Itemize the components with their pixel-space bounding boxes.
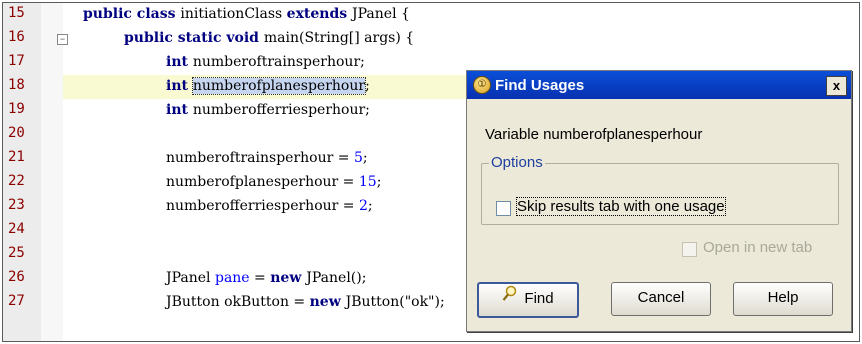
code-text[interactable]: public class initiationClass extends JPa…	[83, 6, 410, 22]
close-button[interactable]: x	[826, 76, 847, 96]
code-text[interactable]: JButton okButton = new JButton("ok");	[166, 294, 445, 310]
help-label: Help	[767, 289, 799, 306]
code-token: ;	[365, 78, 370, 94]
code-token: initiationClass	[180, 6, 287, 22]
code-token: JPanel();	[306, 270, 367, 286]
code-token: ;	[367, 198, 373, 214]
variable-label: Variable numberofplanesperhour	[485, 126, 703, 143]
magnifier-icon	[502, 284, 518, 314]
line-number: 19	[8, 101, 25, 117]
options-group	[481, 163, 839, 225]
line-number: 20	[8, 125, 25, 141]
help-button[interactable]: Help	[733, 282, 833, 316]
code-token: numberoftrainsperhour;	[192, 54, 365, 70]
code-text[interactable]: numberofplanesperhour = 15;	[166, 174, 381, 190]
editor-frame: − 15 public class initiationClass extends…	[2, 2, 860, 342]
line-number: 21	[8, 149, 25, 165]
find-usages-dialog: ① Find Usages x Variable numberofplanesp…	[466, 70, 852, 332]
code-text[interactable]: numberofferriesperhour = 2;	[166, 198, 373, 214]
options-label: Options	[489, 154, 545, 171]
open-new-tab-label[interactable]: Open in new tab	[703, 239, 812, 256]
code-token: =	[249, 270, 271, 286]
line-number: 24	[8, 221, 25, 237]
cancel-label: Cancel	[637, 289, 685, 306]
keyword-token: new	[309, 294, 346, 310]
line-number: 27	[8, 293, 25, 309]
code-token: numberofferriesperhour =	[166, 198, 359, 214]
skip-results-checkbox[interactable]	[496, 201, 511, 216]
code-line[interactable]: 15 public class initiationClass extends J…	[3, 3, 859, 27]
code-token: JButton("ok");	[345, 294, 445, 310]
code-token: pane	[214, 270, 250, 286]
dialog-title: Find Usages	[495, 77, 585, 94]
line-number: 16	[8, 29, 25, 45]
find-label: Find	[524, 290, 554, 307]
close-icon: x	[832, 78, 841, 93]
keyword-token: int	[166, 54, 193, 70]
keyword-token: public class	[83, 6, 181, 22]
code-text[interactable]: JPanel pane = new JPanel();	[166, 270, 366, 286]
line-number: 15	[8, 5, 25, 21]
skip-results-label[interactable]: Skip results tab with one usage	[516, 197, 726, 216]
code-token: 5	[353, 150, 363, 166]
code-token: ;	[362, 150, 368, 166]
code-token: 15	[358, 174, 377, 190]
app-icon: ①	[473, 76, 491, 94]
code-token: numberoftrainsperhour =	[166, 150, 354, 166]
code-text[interactable]: int numberofferriesperhour;	[166, 102, 370, 118]
keyword-token: new	[270, 270, 307, 286]
code-token: JButton okButton =	[166, 294, 310, 310]
line-number: 23	[8, 197, 25, 213]
keyword-token: int	[166, 78, 193, 94]
open-new-tab-checkbox[interactable]	[682, 242, 697, 257]
code-token: JPanel {	[352, 6, 410, 22]
code-text[interactable]: numberoftrainsperhour = 5;	[166, 150, 368, 166]
line-number: 22	[8, 173, 25, 189]
code-token: 2	[358, 198, 368, 214]
code-token: numberofferriesperhour;	[192, 102, 370, 118]
keyword-token: public static void	[124, 30, 264, 46]
code-text[interactable]: public static void main(String[] args) {	[124, 30, 414, 46]
code-line[interactable]: 16 public static void main(String[] args)…	[3, 27, 859, 51]
code-token: ;	[376, 174, 382, 190]
cancel-button[interactable]: Cancel	[611, 282, 711, 316]
line-number: 26	[8, 269, 25, 285]
code-token: numberofplanesperhour =	[166, 174, 359, 190]
keyword-token: int	[166, 102, 193, 118]
line-number: 17	[8, 53, 25, 69]
code-text[interactable]: int numberofplanesperhour;	[166, 77, 370, 95]
dialog-titlebar[interactable]: ① Find Usages x	[467, 71, 851, 99]
code-token: main(String[] args) {	[263, 30, 415, 46]
line-number: 18	[8, 77, 25, 93]
code-token: JPanel	[166, 270, 215, 286]
code-text[interactable]: int numberoftrainsperhour;	[166, 54, 365, 70]
line-number: 25	[8, 245, 25, 261]
keyword-token: extends	[286, 6, 353, 22]
selected-identifier: numberofplanesperhour	[191, 77, 367, 95]
find-button[interactable]: Find	[477, 282, 579, 318]
